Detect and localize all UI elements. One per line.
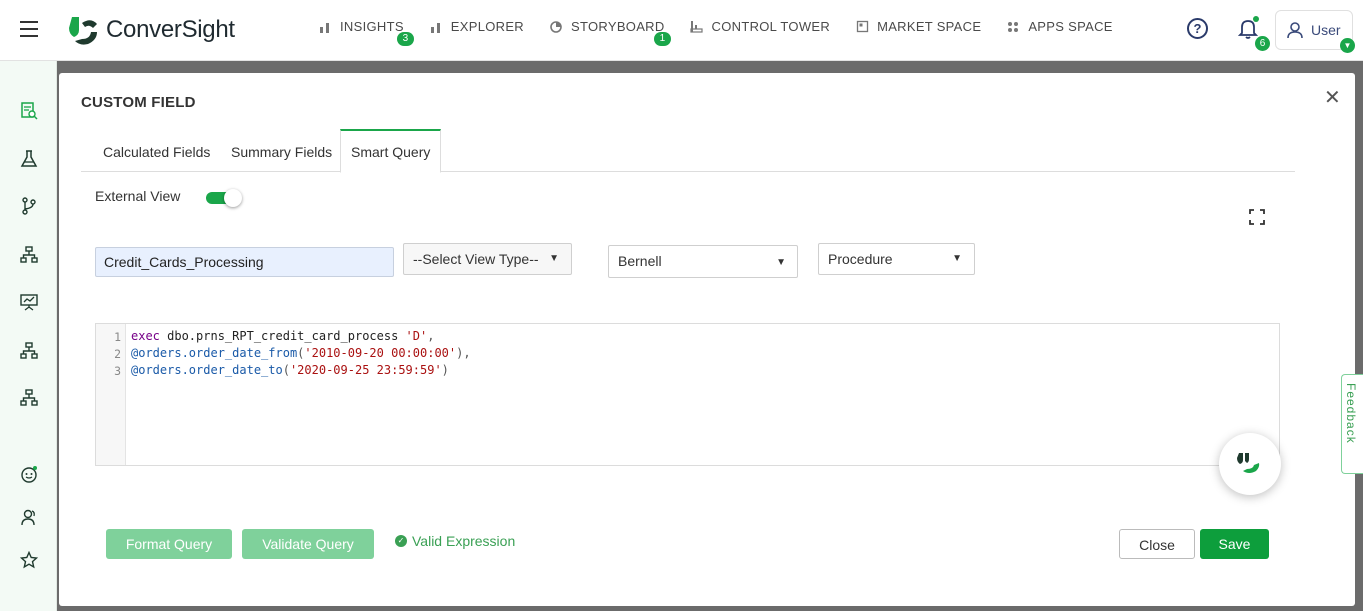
hamburger-menu-icon[interactable] bbox=[20, 21, 38, 37]
feedback-label: Feedback bbox=[1344, 383, 1358, 444]
tower-icon bbox=[690, 20, 704, 34]
bot-icon[interactable] bbox=[19, 464, 39, 484]
line-number-gutter: 1 2 3 bbox=[96, 324, 126, 465]
nav-item-insights[interactable]: INSIGHTS 3 bbox=[318, 19, 414, 46]
tab-calculated-fields[interactable]: Calculated Fields bbox=[103, 129, 210, 172]
hierarchy-icon[interactable] bbox=[19, 245, 39, 265]
insights-badge: 3 bbox=[397, 32, 414, 46]
nav-item-storyboard[interactable]: STORYBOARD 1 bbox=[549, 19, 671, 46]
users-icon[interactable] bbox=[19, 507, 39, 527]
field-name-input[interactable] bbox=[95, 247, 394, 277]
nav-label-storyboard: STORYBOARD bbox=[571, 19, 665, 34]
code-line-2: @orders.order_date_from('2010-09-20 00:0… bbox=[131, 346, 471, 360]
help-icon[interactable]: ? bbox=[1187, 18, 1208, 39]
hierarchy-icon[interactable] bbox=[19, 341, 39, 361]
tab-summary-fields[interactable]: Summary Fields bbox=[231, 129, 332, 172]
nav-label-control-tower: CONTROL TOWER bbox=[711, 19, 831, 34]
branch-icon[interactable] bbox=[19, 196, 39, 216]
view-type-select-value: --Select View Type-- bbox=[413, 251, 539, 267]
chevron-down-icon: ▼ bbox=[776, 257, 786, 268]
brand-name: ConverSight bbox=[106, 16, 235, 43]
object-type-select[interactable]: Procedure ▼ bbox=[818, 243, 975, 275]
brand-logo[interactable]: ConverSight bbox=[66, 13, 235, 47]
external-view-label: External View bbox=[95, 188, 181, 204]
market-icon bbox=[855, 20, 869, 34]
left-sidebar bbox=[0, 61, 57, 611]
conversight-logo-icon bbox=[69, 17, 97, 45]
modal-title: CUSTOM FIELD bbox=[81, 94, 196, 111]
validation-status: ✓ Valid Expression bbox=[395, 533, 515, 549]
query-code-editor[interactable]: 1 2 3 exec dbo.prns_RPT_credit_card_proc… bbox=[95, 323, 1280, 466]
hierarchy-icon[interactable] bbox=[19, 388, 39, 408]
format-query-button[interactable]: Format Query bbox=[106, 529, 232, 559]
tab-smart-query[interactable]: Smart Query bbox=[340, 129, 442, 173]
nav-item-explorer[interactable]: EXPLORER bbox=[429, 19, 524, 34]
nav-item-apps-space[interactable]: APPS SPACE bbox=[1006, 19, 1112, 34]
view-type-select[interactable]: --Select View Type-- ▼ bbox=[403, 243, 572, 275]
object-type-select-value: Procedure bbox=[828, 251, 893, 267]
apps-grid-icon bbox=[1006, 20, 1020, 34]
line-number: 2 bbox=[114, 347, 121, 361]
toggle-knob bbox=[224, 189, 242, 207]
source-select-value: Bernell bbox=[618, 253, 662, 269]
nav-label-market-space: MARKET SPACE bbox=[877, 19, 982, 34]
nav-label-apps-space: APPS SPACE bbox=[1028, 19, 1113, 34]
presentation-icon[interactable] bbox=[19, 292, 39, 312]
chevron-down-icon: ▼ bbox=[549, 253, 559, 264]
report-search-icon[interactable] bbox=[19, 101, 39, 121]
nav-label-explorer: EXPLORER bbox=[450, 19, 524, 34]
bar-chart-icon bbox=[429, 20, 443, 34]
tab-bar: Calculated Fields Summary Fields Smart Q… bbox=[81, 129, 1295, 173]
nav-label-insights: INSIGHTS bbox=[340, 19, 404, 34]
notification-dot bbox=[1253, 16, 1259, 22]
validate-query-button[interactable]: Validate Query bbox=[242, 529, 374, 559]
bar-chart-icon bbox=[318, 20, 332, 34]
close-icon[interactable]: ✕ bbox=[1324, 85, 1341, 110]
fullscreen-expand-icon[interactable] bbox=[1249, 209, 1265, 225]
validation-message: Valid Expression bbox=[412, 533, 516, 549]
feedback-tab[interactable]: Feedback bbox=[1341, 374, 1363, 474]
flask-icon[interactable] bbox=[19, 149, 39, 169]
source-select[interactable]: Bernell ▼ bbox=[608, 245, 798, 278]
nav-item-control-tower[interactable]: CONTROL TOWER bbox=[690, 19, 831, 34]
code-line-3: @orders.order_date_to('2020-09-25 23:59:… bbox=[131, 363, 449, 377]
top-navigation-bar: ConverSight INSIGHTS 3 EXPLORER STORYBOA… bbox=[0, 0, 1363, 61]
nav-item-market-space[interactable]: MARKET SPACE bbox=[855, 19, 981, 34]
chevron-down-icon: ▼ bbox=[952, 253, 962, 264]
user-dropdown-caret-icon[interactable]: ▼ bbox=[1340, 38, 1355, 53]
star-icon[interactable] bbox=[19, 550, 39, 570]
save-button[interactable]: Save bbox=[1200, 529, 1269, 559]
notification-count-badge: 6 bbox=[1255, 36, 1270, 51]
external-view-toggle[interactable] bbox=[206, 189, 242, 207]
storyboard-badge: 1 bbox=[654, 32, 671, 46]
check-circle-icon: ✓ bbox=[395, 535, 407, 547]
code-line-1: exec dbo.prns_RPT_credit_card_process 'D… bbox=[131, 329, 435, 343]
user-icon bbox=[1287, 22, 1303, 39]
close-button[interactable]: Close bbox=[1119, 529, 1195, 559]
user-name: User bbox=[1311, 22, 1341, 38]
line-number: 3 bbox=[114, 364, 121, 378]
chat-assistant-icon[interactable] bbox=[1219, 433, 1281, 495]
custom-field-modal: CUSTOM FIELD ✕ Calculated Fields Summary… bbox=[59, 73, 1355, 606]
main-navigation: INSIGHTS 3 EXPLORER STORYBOARD 1 CONTROL… bbox=[318, 19, 1138, 46]
pie-chart-icon bbox=[549, 20, 563, 34]
line-number: 1 bbox=[114, 330, 121, 344]
